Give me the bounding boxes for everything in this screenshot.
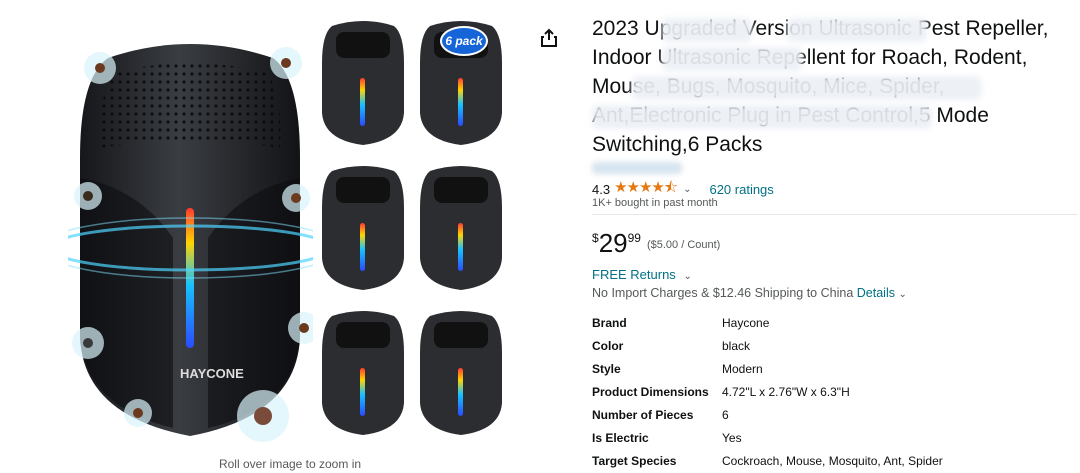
brand-store-link[interactable]	[592, 162, 682, 174]
spec-value: 4.72"L x 2.76"W x 6.3"H	[722, 384, 850, 399]
spec-value: Cockroach, Mouse, Mosquito, Ant, Spider	[722, 453, 943, 468]
redaction-blur	[632, 76, 982, 100]
spec-key: Brand	[592, 315, 627, 330]
price-whole: 29	[598, 228, 628, 258]
redaction-blur	[787, 18, 927, 42]
share-icon[interactable]	[540, 28, 558, 48]
spec-key: Is Electric	[592, 430, 649, 445]
spec-value: Yes	[722, 430, 742, 445]
spec-key: Style	[592, 361, 621, 376]
divider	[592, 214, 1078, 215]
spec-row: Product Dimensions 4.72"L x 2.76"W x 6.3"…	[592, 380, 943, 403]
spec-row: Number of Pieces 6	[592, 403, 943, 426]
pack-device-4	[418, 163, 504, 291]
price: $ 29 99 ($5.00 / Count)	[592, 228, 720, 258]
spec-value: Modern	[722, 361, 763, 376]
zoom-hint: Roll over image to zoom in	[218, 457, 362, 471]
chevron-down-icon: ⌄	[683, 271, 692, 282]
pack-device-6	[418, 308, 504, 436]
spec-row: Style Modern	[592, 357, 943, 380]
spec-value: black	[722, 338, 751, 353]
free-returns-label: FREE Returns	[592, 267, 676, 282]
spec-value: 6	[722, 407, 729, 422]
ratings-count-link[interactable]: 620 ratings	[709, 182, 773, 197]
shipping-info: No Import Charges & $12.46 Shipping to C…	[592, 286, 907, 300]
product-details: 2023 Upgraded Version Ultrasonic Pest Re…	[592, 14, 1078, 468]
product-title[interactable]: 2023 Upgraded Version Ultrasonic Pest Re…	[592, 14, 1072, 159]
price-symbol: $	[592, 231, 599, 245]
pack-image-grid: 6 pack	[318, 18, 510, 448]
redaction-blur	[592, 105, 932, 129]
spec-key: Color	[592, 338, 624, 353]
rating-value: 4.3	[592, 182, 611, 197]
spec-key: Target Species	[592, 453, 677, 468]
image-gallery: HAYCONE 6 pack Roll over image to zoom i…	[0, 0, 530, 473]
price-per-unit: ($5.00 / Count)	[646, 239, 721, 251]
pack-device-1	[320, 18, 406, 146]
spec-key: Number of Pieces	[592, 407, 694, 422]
shipping-details-link[interactable]: Details	[857, 286, 895, 300]
product-specs-table: Brand Haycone Color black Style Modern Prod…	[592, 311, 943, 472]
pack-device-2: 6 pack	[418, 18, 504, 146]
spec-row: Target Species Cockroach, Mouse, Mosquito…	[592, 449, 943, 472]
spec-value: Haycone	[722, 315, 770, 330]
redaction-blur	[662, 47, 802, 71]
spec-row: Is Electric Yes	[592, 426, 943, 449]
title-line: Switching,6 Packs	[592, 133, 763, 156]
spec-key: Product Dimensions	[592, 384, 709, 399]
free-returns-link[interactable]: FREE Returns ⌄	[592, 267, 692, 282]
chevron-down-icon: ⌄	[898, 289, 907, 300]
pack-device-5	[320, 308, 406, 436]
spec-row: Color black	[592, 334, 943, 357]
pack-device-3	[320, 163, 406, 291]
main-product-image[interactable]: HAYCONE	[68, 38, 313, 443]
svg-text:HAYCONE: HAYCONE	[180, 366, 244, 381]
price-fraction: 99	[627, 231, 641, 245]
six-pack-badge: 6 pack	[440, 26, 488, 56]
bought-past-month: 1K+ bought in past month	[592, 197, 718, 209]
shipping-text: No Import Charges & $12.46 Shipping to C…	[592, 286, 854, 300]
spec-row: Brand Haycone	[592, 311, 943, 334]
chevron-down-icon[interactable]: ⌄	[683, 184, 691, 195]
redaction-blur	[662, 18, 752, 42]
